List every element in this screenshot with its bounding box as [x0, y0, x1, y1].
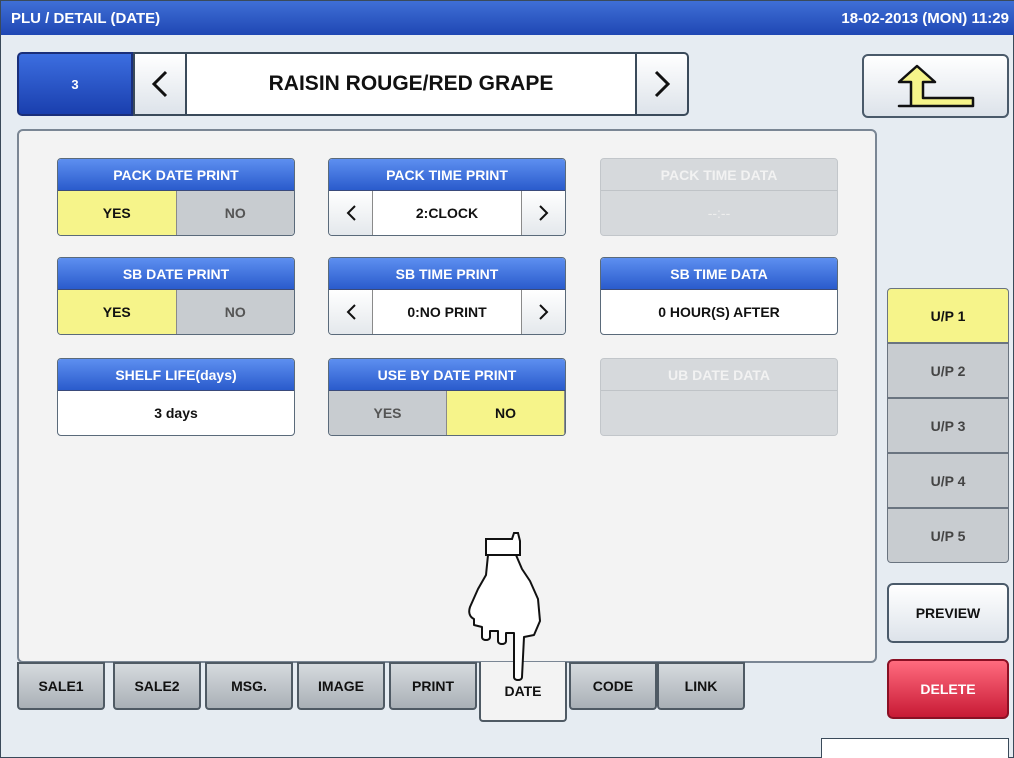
date-settings-panel: PACK DATE PRINT YES NO PACK TIME PRINT 2… [17, 129, 877, 663]
pack-date-print-no[interactable]: NO [176, 191, 294, 235]
tab-link[interactable]: LINK [657, 662, 745, 710]
previous-plu-button[interactable] [133, 52, 187, 116]
sb-time-data-card[interactable]: SB TIME DATA 0 HOUR(S) AFTER [600, 257, 838, 335]
unit-price-1-button[interactable]: U/P 1 [887, 288, 1009, 343]
shelf-life-title: SHELF LIFE(days) [58, 359, 294, 391]
tab-image[interactable]: IMAGE [297, 662, 385, 710]
pack-time-print-card: PACK TIME PRINT 2:CLOCK [328, 158, 566, 236]
chevron-right-icon [538, 304, 548, 320]
ub-date-data-card: UB DATE DATA [600, 358, 838, 436]
unit-price-5-button[interactable]: U/P 5 [887, 508, 1009, 563]
pack-time-data-value: --:-- [707, 205, 731, 221]
sb-time-print-card: SB TIME PRINT 0:NO PRINT [328, 257, 566, 335]
chevron-right-icon [654, 70, 671, 98]
return-arrow-icon [897, 64, 974, 108]
use-by-date-print-no[interactable]: NO [446, 391, 565, 435]
next-plu-button[interactable] [635, 52, 689, 116]
plu-number: 3 [17, 52, 133, 116]
sb-time-print-next-button[interactable] [521, 290, 565, 334]
use-by-date-print-title: USE BY DATE PRINT [329, 359, 565, 391]
chevron-left-icon [346, 304, 356, 320]
delete-button[interactable]: DELETE [887, 659, 1009, 719]
chevron-right-icon [538, 205, 548, 221]
sb-date-print-yes[interactable]: YES [58, 290, 177, 334]
tab-sale2[interactable]: SALE2 [113, 662, 201, 710]
pack-time-data-card: PACK TIME DATA --:-- [600, 158, 838, 236]
unit-price-4-button[interactable]: U/P 4 [887, 453, 1009, 508]
plu-detail-screen: PLU / DETAIL (DATE) 18-02-2013 (MON) 11:… [0, 0, 1014, 758]
plu-name: RAISIN ROUGE/RED GRAPE [187, 52, 635, 116]
pack-time-print-title: PACK TIME PRINT [329, 159, 565, 191]
shelf-life-value[interactable]: 3 days [58, 391, 294, 435]
sb-time-print-prev-button[interactable] [329, 290, 373, 334]
ub-date-data-title: UB DATE DATA [601, 359, 837, 391]
sb-date-print-title: SB DATE PRINT [58, 258, 294, 290]
sb-time-data-value[interactable]: 0 HOUR(S) AFTER [601, 290, 837, 334]
tab-code[interactable]: CODE [569, 662, 657, 710]
sb-time-print-value: 0:NO PRINT [407, 304, 487, 320]
chevron-left-icon [346, 205, 356, 221]
sb-date-print-card: SB DATE PRINT YES NO [57, 257, 295, 335]
pack-time-print-prev-button[interactable] [329, 191, 373, 235]
pack-time-print-value: 2:CLOCK [415, 205, 479, 221]
sb-time-data-title: SB TIME DATA [601, 258, 837, 290]
sb-date-print-no[interactable]: NO [176, 290, 294, 334]
date-time: 18-02-2013 (MON) 11:29 [841, 10, 1009, 27]
use-by-date-print-yes[interactable]: YES [329, 391, 446, 435]
chevron-left-icon [151, 70, 168, 98]
screen-title: PLU / DETAIL (DATE) [11, 10, 161, 27]
ub-date-data-value [601, 391, 837, 435]
tab-sale1[interactable]: SALE1 [17, 662, 105, 710]
status-field [821, 738, 1009, 758]
pack-date-print-title: PACK DATE PRINT [58, 159, 294, 191]
sb-time-print-title: SB TIME PRINT [329, 258, 565, 290]
unit-price-3-button[interactable]: U/P 3 [887, 398, 1009, 453]
tab-msg[interactable]: MSG. [205, 662, 293, 710]
back-button[interactable] [862, 54, 1009, 118]
unit-price-2-button[interactable]: U/P 2 [887, 343, 1009, 398]
pointing-hand-icon [468, 532, 541, 681]
use-by-date-print-card: USE BY DATE PRINT YES NO [328, 358, 566, 436]
pack-date-print-card: PACK DATE PRINT YES NO [57, 158, 295, 236]
shelf-life-card[interactable]: SHELF LIFE(days) 3 days [57, 358, 295, 436]
preview-button[interactable]: PREVIEW [887, 583, 1009, 643]
title-bar: PLU / DETAIL (DATE) 18-02-2013 (MON) 11:… [1, 1, 1014, 35]
pack-time-print-next-button[interactable] [521, 191, 565, 235]
pack-time-data-title: PACK TIME DATA [601, 159, 837, 191]
pack-date-print-yes[interactable]: YES [58, 191, 177, 235]
